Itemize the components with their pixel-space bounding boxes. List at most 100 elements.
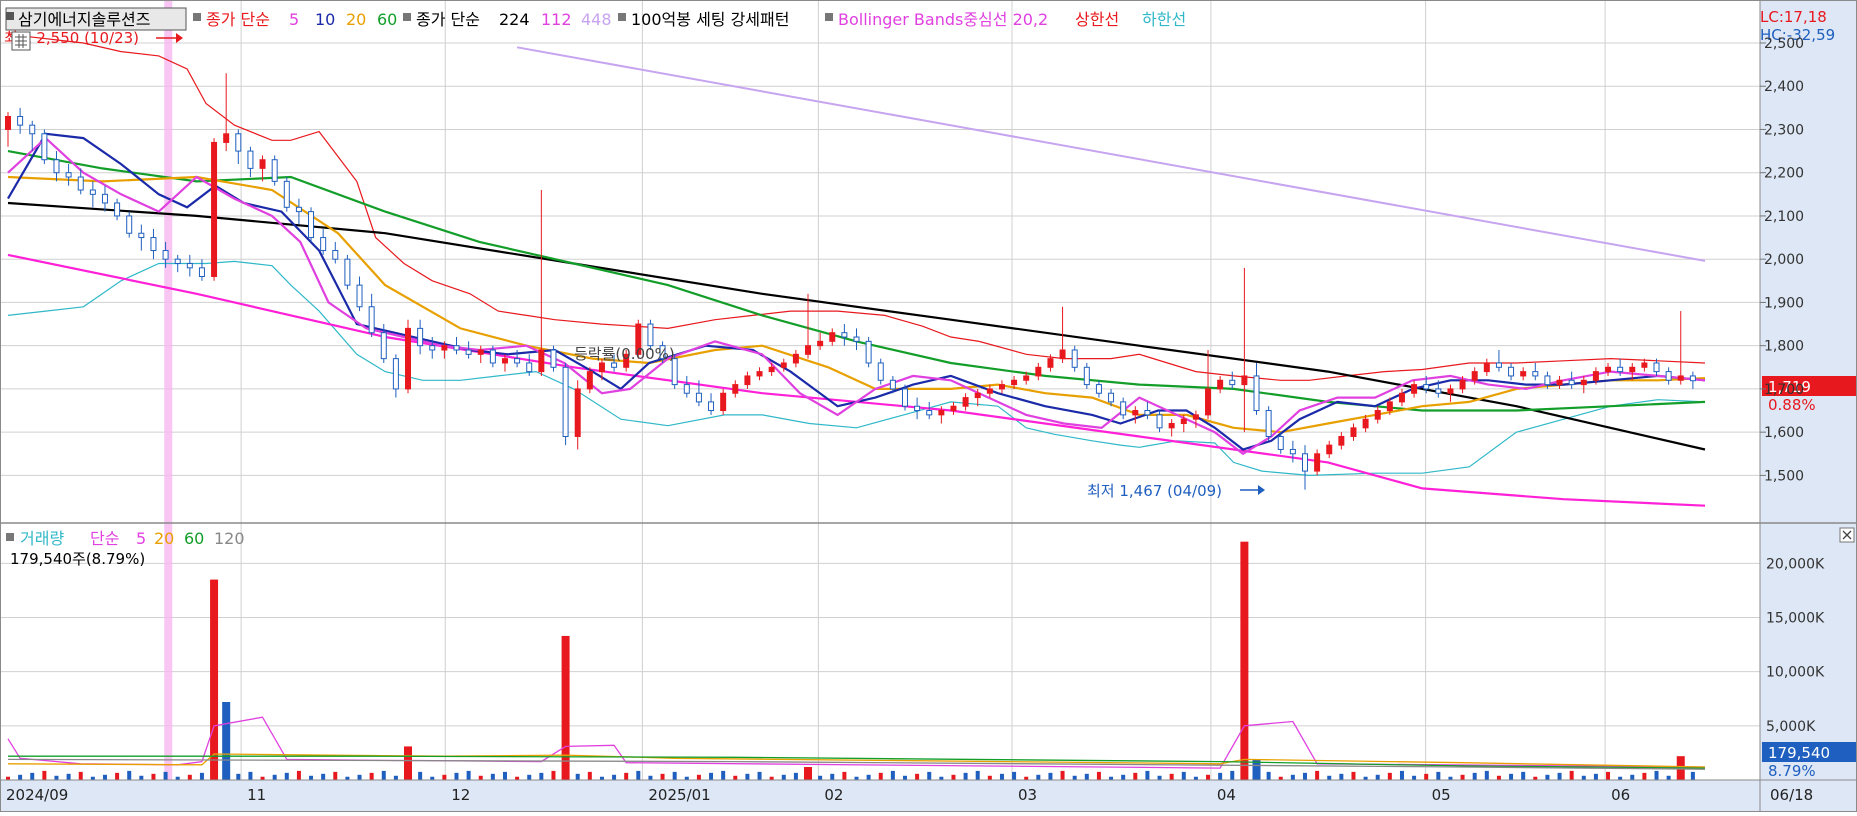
candle-body: [1629, 366, 1636, 373]
candle-body: [526, 362, 533, 373]
ma-period-448[interactable]: 448: [581, 10, 612, 29]
time-tick-label: 2025/01: [648, 786, 710, 804]
volume-ma-20[interactable]: 20: [154, 529, 174, 548]
candle-body: [1229, 379, 1236, 386]
volume-tag-pct: 8.79%: [1768, 762, 1816, 780]
candle-body: [562, 366, 569, 437]
bollinger-lower-label[interactable]: 하한선: [1142, 10, 1186, 29]
ma-period-10[interactable]: 10: [315, 10, 335, 29]
volume-bar: [587, 771, 592, 780]
volume-bar: [672, 771, 677, 780]
candle-body: [429, 345, 436, 351]
candle-body: [1095, 384, 1102, 394]
volume-bar: [1630, 774, 1635, 780]
price-tick-label: 1,600: [1764, 425, 1804, 441]
price-tick-label: 1,700: [1764, 382, 1804, 398]
stock-name[interactable]: 삼기에너지솔루션즈: [18, 10, 150, 29]
price-tick-label: 1,800: [1764, 339, 1804, 355]
candle-body: [1289, 448, 1296, 455]
volume-ma-60[interactable]: 60: [184, 529, 204, 548]
candle-body: [986, 388, 993, 394]
volume-bar: [381, 770, 386, 780]
bollinger-upper-label[interactable]: 상한선: [1075, 10, 1119, 29]
volume-bar: [1339, 773, 1344, 780]
legend-square-icon: [6, 12, 14, 20]
candle-body: [114, 202, 121, 217]
bollinger-label[interactable]: Bollinger Bands중심선 20,2: [838, 10, 1048, 29]
price-tick-label: 2,100: [1764, 209, 1804, 225]
time-tick-label: 06/18: [1770, 786, 1813, 804]
volume-bar: [1557, 772, 1562, 780]
volume-ma-label[interactable]: 단순: [90, 529, 119, 548]
volume-bar-major: [1240, 541, 1249, 780]
ma-label-long[interactable]: 종가 단순: [416, 10, 480, 29]
volume-bar: [30, 772, 35, 780]
ma-period-224[interactable]: 224: [499, 10, 530, 29]
time-tick-label: 06: [1611, 786, 1630, 804]
volume-tick-label: 5,000K: [1766, 719, 1816, 735]
volume-bar: [309, 775, 314, 780]
candle-body: [1665, 371, 1672, 381]
volume-bar: [696, 774, 701, 780]
candle-body: [611, 362, 618, 368]
candle-body: [1471, 371, 1478, 381]
volume-ma-120[interactable]: 120: [214, 529, 245, 548]
time-tick-label: 12: [451, 786, 470, 804]
change-rate-label: 등락률(0.00%): [574, 345, 675, 363]
candle-body: [308, 211, 315, 239]
ma-period-60[interactable]: 60: [377, 10, 397, 29]
candle-body: [405, 327, 412, 390]
price-tick-label: 2,000: [1764, 252, 1804, 268]
volume-bar-major: [222, 702, 231, 780]
volume-bar: [466, 770, 471, 780]
candle-body: [211, 141, 218, 277]
candle-body: [926, 410, 933, 416]
candle-body: [162, 250, 169, 260]
price-tick-label: 2,400: [1764, 79, 1804, 95]
candle-body: [1580, 379, 1587, 386]
candle-body: [1301, 453, 1308, 472]
ma-label[interactable]: 종가 단순: [206, 10, 270, 29]
volume-bar: [1012, 771, 1017, 780]
candle-body: [598, 362, 605, 373]
pattern-label[interactable]: 100억봉 세팅 강세패턴: [631, 10, 789, 29]
candle-body: [1326, 444, 1333, 455]
candle-body: [5, 115, 11, 130]
volume-bar: [612, 774, 617, 780]
candle-body: [320, 237, 327, 252]
candle-body: [1314, 453, 1321, 472]
ma-period-112[interactable]: 112: [541, 10, 572, 29]
volume-bar: [1484, 770, 1489, 780]
candle-body: [271, 159, 278, 182]
ma-period-20[interactable]: 20: [346, 10, 366, 29]
candle-body: [756, 371, 763, 377]
volume-bar: [1375, 774, 1380, 780]
candle-body: [150, 237, 157, 252]
current-change: 0.88%: [1768, 396, 1816, 414]
volume-bar: [1436, 771, 1441, 780]
volume-bar: [1521, 771, 1526, 780]
candle-body: [101, 193, 108, 204]
volume-label[interactable]: 거래량: [20, 529, 64, 548]
candle-body: [1253, 375, 1260, 412]
candle-body: [1544, 375, 1551, 386]
volume-bar: [951, 774, 956, 780]
volume-bar: [1121, 774, 1126, 780]
volume-bar: [987, 775, 992, 780]
candle-body: [368, 306, 375, 334]
price-tick-label: 1,900: [1764, 295, 1804, 311]
stock-chart-window: 삼기에너지솔루션즈 종가 단순 5 10 20 60 종가 단순 224 112…: [0, 0, 1857, 812]
candle-body: [1447, 388, 1454, 394]
volume-ma-5[interactable]: 5: [136, 529, 146, 548]
candle-body: [65, 172, 72, 178]
volume-bar: [539, 772, 544, 780]
candle-body: [477, 349, 484, 355]
volume-bar: [1593, 773, 1598, 780]
candle-body: [708, 401, 715, 412]
candle-body: [1459, 379, 1466, 390]
ma-period-5[interactable]: 5: [289, 10, 299, 29]
candle-body: [792, 353, 799, 364]
candle-body: [1217, 379, 1224, 390]
volume-bar: [272, 774, 277, 780]
volume-bar: [1606, 771, 1611, 780]
